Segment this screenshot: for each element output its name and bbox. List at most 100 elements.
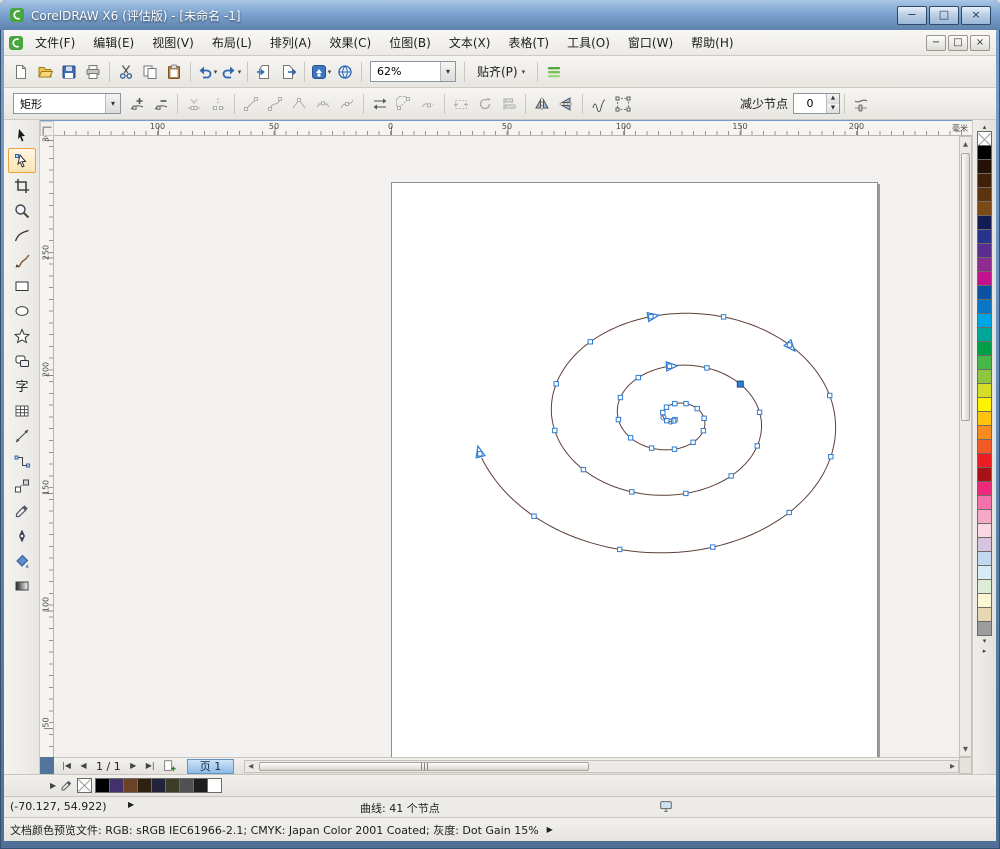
paste-button[interactable] (162, 60, 186, 84)
document-color-swatch[interactable] (123, 778, 138, 793)
connector-tool[interactable] (8, 448, 36, 473)
application-launcher-button[interactable]: ▾ (309, 60, 333, 84)
document-restore-button[interactable]: □ (948, 35, 968, 51)
break-curve-button[interactable] (206, 92, 230, 116)
add-node-button[interactable] (125, 92, 149, 116)
menu-view[interactable]: 视图(V) (143, 30, 203, 55)
eyedropper-icon[interactable] (60, 779, 73, 792)
scroll-up-arrow[interactable]: ▲ (960, 138, 971, 150)
undo-button[interactable]: ▾ (195, 60, 219, 84)
document-color-swatch[interactable] (193, 778, 208, 793)
zoom-level-combo[interactable]: 62% ▾ (370, 61, 456, 82)
dimension-tool[interactable] (8, 423, 36, 448)
snap-to-button[interactable]: 贴齐(P) ▾ (469, 61, 533, 83)
spinner-down-icon[interactable]: ▼ (827, 104, 839, 114)
redo-button[interactable]: ▾ (219, 60, 243, 84)
previous-page-button[interactable]: ◀ (75, 759, 92, 774)
shape-tool[interactable] (8, 148, 36, 173)
vertical-scrollbar[interactable]: ▲ ▼ (959, 136, 972, 757)
new-document-button[interactable] (9, 60, 33, 84)
color-swatch[interactable] (977, 495, 992, 510)
save-button[interactable] (57, 60, 81, 84)
pick-tool[interactable] (8, 123, 36, 148)
select-all-nodes-button[interactable] (611, 92, 635, 116)
palette-flyout-arrow[interactable]: ▸ (983, 646, 987, 656)
color-swatch[interactable] (977, 243, 992, 258)
stretch-nodes-button[interactable] (449, 92, 473, 116)
symmetrical-node-button[interactable] (335, 92, 359, 116)
print-button[interactable] (81, 60, 105, 84)
extract-subpath-button[interactable] (416, 92, 440, 116)
copy-button[interactable] (138, 60, 162, 84)
document-minimize-button[interactable]: − (926, 35, 946, 51)
freehand-tool[interactable] (8, 223, 36, 248)
color-swatch[interactable] (977, 215, 992, 230)
smooth-node-button[interactable] (311, 92, 335, 116)
status-flyout-arrow[interactable]: ▶ (128, 800, 134, 809)
document-color-swatch[interactable] (151, 778, 166, 793)
menu-text[interactable]: 文本(X) (440, 30, 500, 55)
scroll-right-arrow[interactable]: ▶ (947, 761, 958, 772)
menu-layout[interactable]: 布局(L) (203, 30, 261, 55)
color-swatch[interactable] (977, 271, 992, 286)
convert-to-curve-button[interactable] (263, 92, 287, 116)
ruler-origin-button[interactable] (40, 121, 54, 136)
vertical-ruler[interactable]: 30025020015010050 (40, 136, 54, 757)
close-curve-button[interactable] (392, 92, 416, 116)
color-swatch[interactable] (977, 145, 992, 160)
export-button[interactable] (276, 60, 300, 84)
scroll-down-arrow[interactable]: ▼ (960, 743, 971, 755)
color-swatch[interactable] (977, 383, 992, 398)
scroll-left-arrow[interactable]: ◀ (245, 761, 256, 772)
preset-combo[interactable]: 矩形 ▾ (13, 93, 121, 114)
corel-connect-button[interactable] (333, 60, 357, 84)
delete-node-button[interactable] (149, 92, 173, 116)
color-swatch[interactable] (977, 341, 992, 356)
spinner-up-icon[interactable]: ▲ (827, 94, 839, 104)
horizontal-ruler[interactable]: 10050050100150200 毫米 (54, 121, 972, 136)
color-swatch[interactable] (977, 313, 992, 328)
no-color-swatch[interactable] (77, 778, 92, 793)
cut-button[interactable] (114, 60, 138, 84)
document-color-swatch[interactable] (165, 778, 180, 793)
document-color-swatch[interactable] (179, 778, 194, 793)
menu-bitmaps[interactable]: 位图(B) (380, 30, 440, 55)
maximize-button[interactable]: □ (929, 6, 959, 25)
chevron-down-icon[interactable]: ▾ (440, 62, 455, 81)
color-swatch[interactable] (977, 509, 992, 524)
crop-tool[interactable] (8, 173, 36, 198)
spinner-arrows[interactable]: ▲▼ (826, 94, 839, 113)
options-button[interactable] (542, 60, 566, 84)
color-swatch[interactable] (977, 565, 992, 580)
document-color-swatch[interactable] (95, 778, 110, 793)
color-swatch[interactable] (977, 537, 992, 552)
reflect-vertical-button[interactable] (554, 92, 578, 116)
color-swatch[interactable] (977, 229, 992, 244)
menu-tools[interactable]: 工具(O) (558, 30, 619, 55)
profile-flyout-arrow[interactable]: ▶ (547, 825, 553, 834)
zoom-tool[interactable] (8, 198, 36, 223)
color-swatch[interactable] (977, 439, 992, 454)
ellipse-tool[interactable] (8, 298, 36, 323)
color-swatch[interactable] (977, 201, 992, 216)
join-nodes-button[interactable] (182, 92, 206, 116)
color-swatch[interactable] (977, 579, 992, 594)
close-button[interactable]: × (961, 6, 991, 25)
horizontal-scrollbar[interactable]: ◀ ▶ (244, 760, 959, 773)
document-palette-flyout-arrow[interactable]: ▶ (50, 781, 56, 790)
table-tool[interactable] (8, 398, 36, 423)
color-swatch[interactable] (977, 453, 992, 468)
drawing-area[interactable] (54, 136, 959, 757)
import-button[interactable] (252, 60, 276, 84)
color-swatch[interactable] (977, 173, 992, 188)
document-color-swatch[interactable] (109, 778, 124, 793)
color-swatch[interactable] (977, 481, 992, 496)
color-swatch[interactable] (977, 593, 992, 608)
reflect-horizontal-button[interactable] (530, 92, 554, 116)
menu-window[interactable]: 窗口(W) (619, 30, 682, 55)
text-tool[interactable]: 字 (8, 373, 36, 398)
menu-help[interactable]: 帮助(H) (682, 30, 742, 55)
page-tab[interactable]: 页 1 (187, 759, 235, 774)
last-page-button[interactable]: ▶| (142, 759, 159, 774)
color-swatch[interactable] (977, 257, 992, 272)
